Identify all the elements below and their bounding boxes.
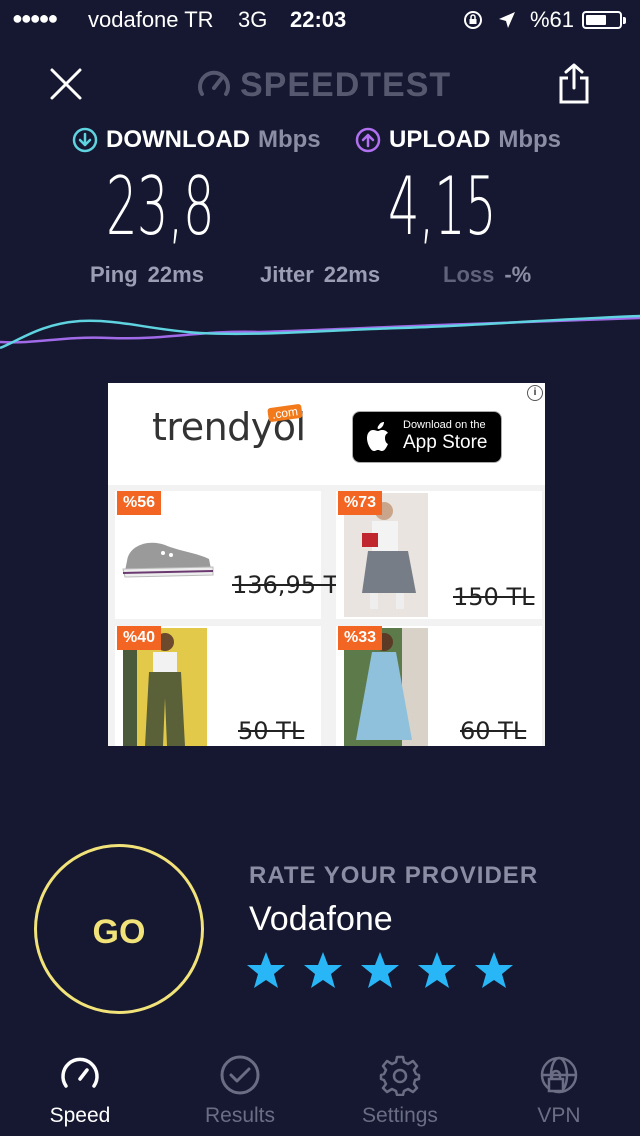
- upload-value: 4,15: [388, 160, 497, 253]
- upload-unit: Mbps: [498, 126, 562, 153]
- battery-fill: [586, 15, 606, 25]
- share-icon[interactable]: [556, 62, 592, 106]
- jitter-stat: Jitter 22ms: [260, 262, 380, 288]
- ad-info-icon[interactable]: i: [527, 385, 543, 401]
- status-bar: ●●●●● vodafone TR 3G 22:03 %61: [0, 0, 640, 40]
- discount-badge: %73: [338, 491, 383, 515]
- star-icon[interactable]: [474, 950, 514, 990]
- tab-speed[interactable]: Speed: [20, 1054, 140, 1128]
- star-icon[interactable]: [303, 950, 343, 990]
- discount-badge: %56: [117, 491, 162, 515]
- ping-label: Ping: [90, 262, 138, 287]
- upload-label-row: UPLOAD Mbps: [355, 126, 561, 154]
- close-icon[interactable]: [46, 64, 86, 104]
- loss-stat: Loss -%: [443, 262, 531, 288]
- tab-vpn[interactable]: VPN: [499, 1054, 619, 1128]
- clock: 22:03: [290, 7, 347, 32]
- download-value: 23,8: [106, 160, 215, 253]
- battery-percent: %61: [530, 7, 575, 32]
- download-wave: [0, 314, 640, 350]
- location-arrow-icon: [499, 12, 515, 28]
- download-label: DOWNLOAD: [106, 126, 250, 153]
- rate-provider-title: RATE YOUR PROVIDER: [249, 862, 539, 889]
- download-unit: Mbps: [257, 126, 321, 153]
- apple-icon: [367, 422, 388, 451]
- product-price: 60 TL: [460, 717, 527, 745]
- signal-strength: ●●●●●: [12, 8, 58, 28]
- provider-name: Vodafone: [249, 900, 393, 938]
- discount-badge: %33: [338, 626, 383, 650]
- upload-arrow-icon: [355, 127, 381, 153]
- download-label-row: DOWNLOAD Mbps: [72, 126, 321, 154]
- jitter-label: Jitter: [260, 262, 314, 287]
- checkmark-circle-icon: [220, 1055, 260, 1095]
- vpn-globe-lock-icon: [540, 1056, 578, 1094]
- upload-label: UPLOAD: [389, 126, 491, 153]
- gear-icon: [379, 1055, 421, 1096]
- discount-badge: %40: [117, 626, 162, 650]
- ping-stat: Ping 22ms: [90, 262, 204, 288]
- ping-value: 22ms: [147, 262, 204, 287]
- rotation-lock-icon: [464, 11, 482, 29]
- rating-stars: [246, 950, 514, 990]
- product-price: 50 TL: [238, 717, 305, 745]
- speed-graph: [0, 314, 640, 350]
- star-icon[interactable]: [417, 950, 457, 990]
- go-button[interactable]: GO: [34, 844, 204, 1014]
- speedometer-icon: [61, 1057, 99, 1088]
- loss-value: -%: [504, 262, 532, 287]
- tab-speed-label: Speed: [49, 1104, 111, 1127]
- sneaker-image: [122, 542, 214, 578]
- product-tile[interactable]: %56: [115, 491, 321, 619]
- star-icon[interactable]: [246, 950, 286, 990]
- speedometer-icon: [198, 70, 230, 96]
- product-price: 136,95 TL: [232, 571, 352, 599]
- speedtest-logo: SPEEDTEST: [196, 62, 451, 108]
- network-type: 3G: [238, 7, 268, 32]
- app-store-small-text: Download on the: [403, 419, 486, 431]
- tab-settings-label: Settings: [362, 1104, 438, 1127]
- loss-label: Loss: [443, 262, 495, 287]
- app-store-big-text: App Store: [403, 432, 488, 453]
- jitter-value: 22ms: [323, 262, 381, 287]
- battery-icon: [582, 11, 626, 29]
- advertisement-banner[interactable]: i trendyol .com Download on the App Stor…: [108, 383, 545, 746]
- tab-results-label: Results: [204, 1104, 276, 1127]
- product-price: 150 TL: [453, 583, 535, 611]
- logo-text: SPEEDTEST: [240, 65, 452, 104]
- app-store-button[interactable]: Download on the App Store: [352, 411, 502, 463]
- tab-settings[interactable]: Settings: [340, 1054, 460, 1128]
- star-icon[interactable]: [360, 950, 400, 990]
- download-arrow-icon: [72, 127, 98, 153]
- carrier-name: vodafone TR: [88, 7, 214, 32]
- go-label: GO: [92, 913, 146, 951]
- tab-results[interactable]: Results: [180, 1054, 300, 1128]
- tab-vpn-label: VPN: [537, 1104, 581, 1127]
